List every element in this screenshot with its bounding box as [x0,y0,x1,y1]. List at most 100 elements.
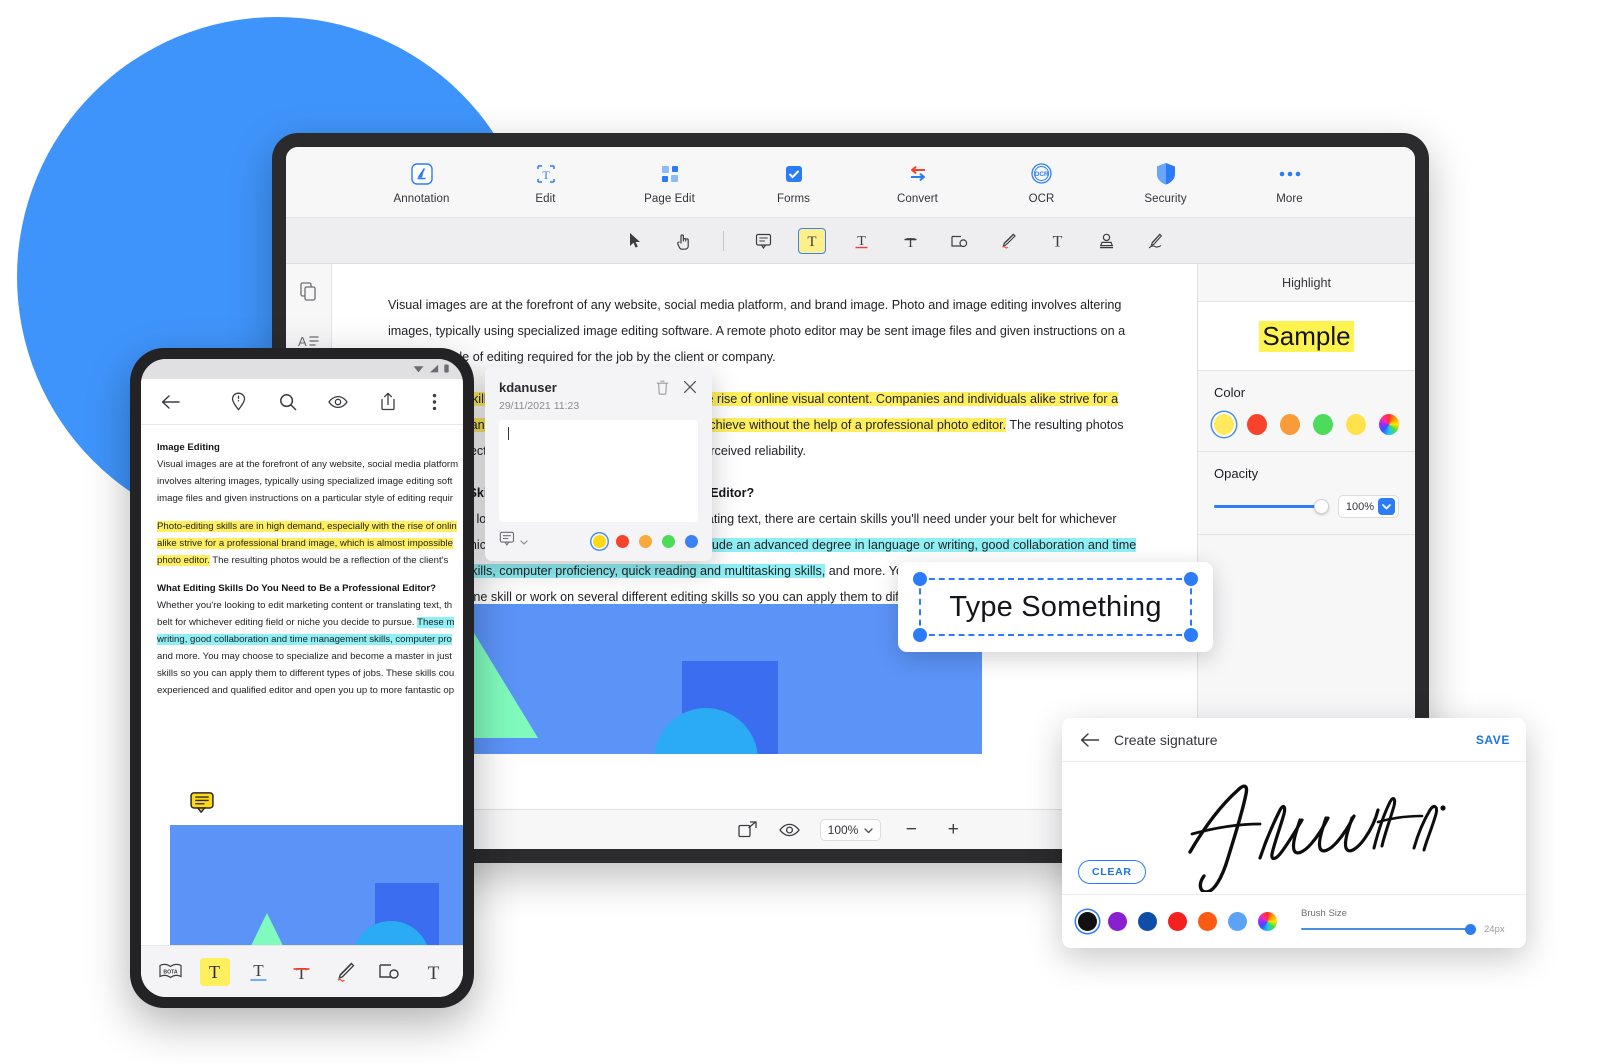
ribbon-item-ocr[interactable]: OCR OCR [1000,160,1084,205]
bota-icon[interactable]: BOTA [156,958,186,986]
signature-color-light-blue[interactable] [1228,912,1247,931]
resize-handle-top-right[interactable] [1184,572,1198,586]
phone-highlight-2: alike strive for a professional brand im… [157,538,453,549]
color-swatch-green[interactable] [1313,414,1333,435]
resize-handle-bottom-right[interactable] [1184,628,1198,642]
phone-doc-line-2: involves altering images, typically usin… [157,476,453,487]
note-popup-header: kdanuser [499,379,698,395]
phone-strikethrough-text-icon[interactable]: T [287,958,317,986]
zoom-out-button[interactable]: − [899,818,923,842]
svg-text:T: T [253,961,264,980]
note-color-orange[interactable] [639,534,652,548]
note-color-blue[interactable] [685,534,698,548]
opacity-value-box[interactable]: 100% [1337,495,1399,518]
save-button[interactable]: SAVE [1476,733,1510,747]
close-icon[interactable] [682,379,698,395]
note-color-yellow[interactable] [593,534,606,548]
phone-illustration-triangle [229,913,305,945]
color-swatch-custom-rainbow[interactable] [1379,414,1399,435]
ribbon-item-forms[interactable]: Forms [752,160,836,205]
clear-button[interactable]: CLEAR [1078,860,1146,884]
strikethrough-text-icon[interactable]: T [896,228,924,254]
sticky-note-icon[interactable] [749,228,777,254]
color-swatch-orange[interactable] [1280,414,1300,435]
eye-icon[interactable] [778,818,802,842]
color-swatch-yellow[interactable] [1214,414,1234,435]
typewriter-icon[interactable]: T [1043,228,1071,254]
chevron-down-icon[interactable] [864,823,874,837]
resize-handle-top-left[interactable] [913,572,927,586]
phone-annotation-toolbar: BOTA T T T T [141,945,463,997]
ribbon-label: Forms [776,192,811,205]
signature-color-navy[interactable] [1138,912,1157,931]
note-type-selector[interactable] [499,531,528,551]
svg-text:T: T [807,234,816,249]
shapes-icon[interactable] [945,228,973,254]
resize-handle-bottom-left[interactable] [913,628,927,642]
note-color-green[interactable] [662,534,675,548]
eye-icon[interactable] [323,387,353,417]
phone-highlight-text-icon[interactable]: T [199,957,230,986]
signature-color-orange[interactable] [1198,912,1217,931]
ribbon-item-annotation[interactable]: Annotation [380,160,464,205]
opacity-slider[interactable] [1214,499,1329,515]
note-actions [654,379,698,395]
phone-status-bar [141,359,463,379]
chevron-down-icon[interactable] [520,532,528,550]
hand-icon[interactable] [670,228,698,254]
phone-typewriter-icon[interactable]: T [418,958,448,986]
phone-doc-line-3: image files and given instructions on a … [157,493,453,504]
text-annotation-selection[interactable]: Type Something [913,572,1198,642]
ribbon-item-convert[interactable]: Convert [876,160,960,205]
color-swatch-red[interactable] [1247,414,1267,435]
share-icon[interactable] [373,387,403,417]
signal-icon [429,360,439,378]
ribbon-item-security[interactable]: Security [1124,160,1208,205]
ribbon-item-more[interactable]: More [1248,160,1332,205]
phone-doc-line-7: and more. You may choose to specialize a… [157,651,452,662]
ribbon-item-page-edit[interactable]: Page Edit [628,160,712,205]
color-swatch-light-yellow[interactable] [1346,414,1366,435]
note-comment-input[interactable] [499,420,698,522]
forms-icon [782,160,806,188]
fit-page-icon[interactable] [736,818,760,842]
opacity-value: 100% [1345,500,1374,513]
more-dots-icon [1277,160,1303,188]
zoom-selector[interactable]: 100% [819,818,882,841]
back-arrow-icon[interactable] [1078,728,1102,752]
note-color-red[interactable] [616,534,629,548]
opacity-section: Opacity 100% [1198,452,1415,535]
phone-sticky-note-pin-icon[interactable] [190,792,214,814]
underline-text-icon[interactable]: T [847,228,875,254]
search-icon[interactable] [273,387,303,417]
signature-color-black[interactable] [1078,912,1097,931]
zoom-in-button[interactable]: + [941,818,965,842]
thumbnails-icon[interactable] [296,278,322,304]
edit-icon: T [534,160,558,188]
phone-document[interactable]: Image Editing Visual images are at the f… [141,425,463,945]
select-arrow-icon[interactable] [621,228,649,254]
svg-text:BOTA: BOTA [164,970,179,976]
pencil-icon[interactable] [994,228,1022,254]
text-annotation-value: Type Something [949,590,1162,623]
signature-color-custom-rainbow[interactable] [1258,912,1277,931]
chevron-down-icon[interactable] [1378,498,1395,515]
phone-pencil-icon[interactable] [331,958,361,986]
highlight-text-icon[interactable]: T [798,227,826,254]
stamp-icon[interactable] [1092,228,1120,254]
phone-shapes-icon[interactable] [374,958,404,986]
signature-icon[interactable] [1141,228,1169,254]
overflow-menu-icon[interactable] [419,387,449,417]
signature-color-red[interactable] [1168,912,1187,931]
signature-canvas[interactable]: CLEAR [1062,762,1526,894]
brush-slider-knob[interactable] [1465,923,1476,935]
signature-color-purple[interactable] [1108,912,1127,931]
brush-size-slider[interactable] [1301,923,1476,935]
opacity-slider-knob[interactable] [1313,499,1329,514]
create-signature-panel: Create signature SAVE CLEAR Brush Size 2… [1062,718,1526,948]
ribbon-item-edit[interactable]: T Edit [504,160,588,205]
phone-underline-text-icon[interactable]: T [243,958,273,986]
trash-icon[interactable] [654,379,670,395]
back-arrow-icon[interactable] [155,387,185,417]
bookmark-icon[interactable] [223,387,253,417]
